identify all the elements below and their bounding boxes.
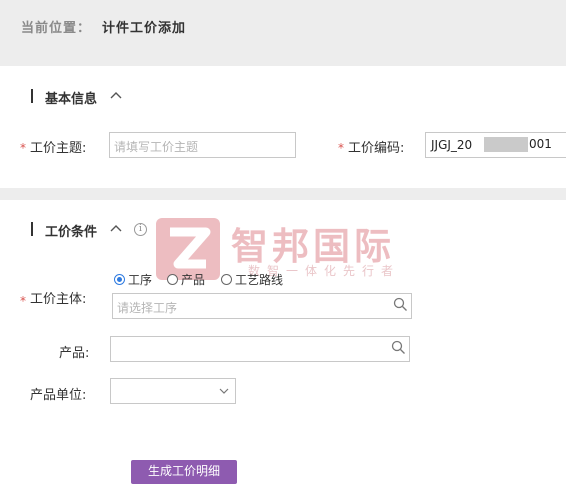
section-marker <box>31 222 33 236</box>
chevron-up-icon[interactable] <box>110 91 122 100</box>
required-mark: * <box>338 141 344 155</box>
unit-select[interactable] <box>110 378 236 404</box>
search-icon[interactable] <box>393 297 408 312</box>
product-input[interactable] <box>110 336 410 362</box>
redaction-mask <box>484 137 528 152</box>
generate-button[interactable]: 生成工价明细 <box>131 460 237 484</box>
basic-info-title: 基本信息 <box>45 92 98 107</box>
process-placeholder: 请选择工序 <box>117 301 178 315</box>
radio-process[interactable] <box>114 274 125 285</box>
section-marker <box>31 89 33 103</box>
product-label: 产品: <box>59 346 90 361</box>
info-icon[interactable]: i <box>134 223 147 236</box>
code-value-prefix: JJGJ_20 <box>431 138 473 152</box>
radio-route-label[interactable]: 工艺路线 <box>235 271 283 288</box>
subject-label: 工价主题: <box>30 141 87 156</box>
code-label: 工价编码: <box>348 141 405 156</box>
search-icon[interactable] <box>391 340 406 355</box>
radio-process-label[interactable]: 工序 <box>128 271 152 288</box>
subject-placeholder: 请填写工价主题 <box>114 140 199 154</box>
required-mark: * <box>20 294 26 308</box>
radio-product[interactable] <box>167 274 178 285</box>
chevron-down-icon[interactable] <box>219 388 229 395</box>
chevron-up-icon[interactable] <box>110 224 122 233</box>
section-divider <box>0 188 566 200</box>
radio-product-label[interactable]: 产品 <box>181 271 205 288</box>
unit-label: 产品单位: <box>30 388 87 403</box>
subject-input[interactable]: 请填写工价主题 <box>109 132 296 158</box>
page-title: 计件工价添加 <box>102 21 187 36</box>
required-mark: * <box>20 141 26 155</box>
condition-title: 工价条件 <box>45 225 98 240</box>
code-value-suffix: 001 <box>529 137 552 151</box>
entity-label: 工价主体: <box>30 292 87 307</box>
radio-route[interactable] <box>221 274 232 285</box>
process-select-input[interactable]: 请选择工序 <box>112 293 412 319</box>
breadcrumb-label: 当前位置： <box>21 21 92 36</box>
